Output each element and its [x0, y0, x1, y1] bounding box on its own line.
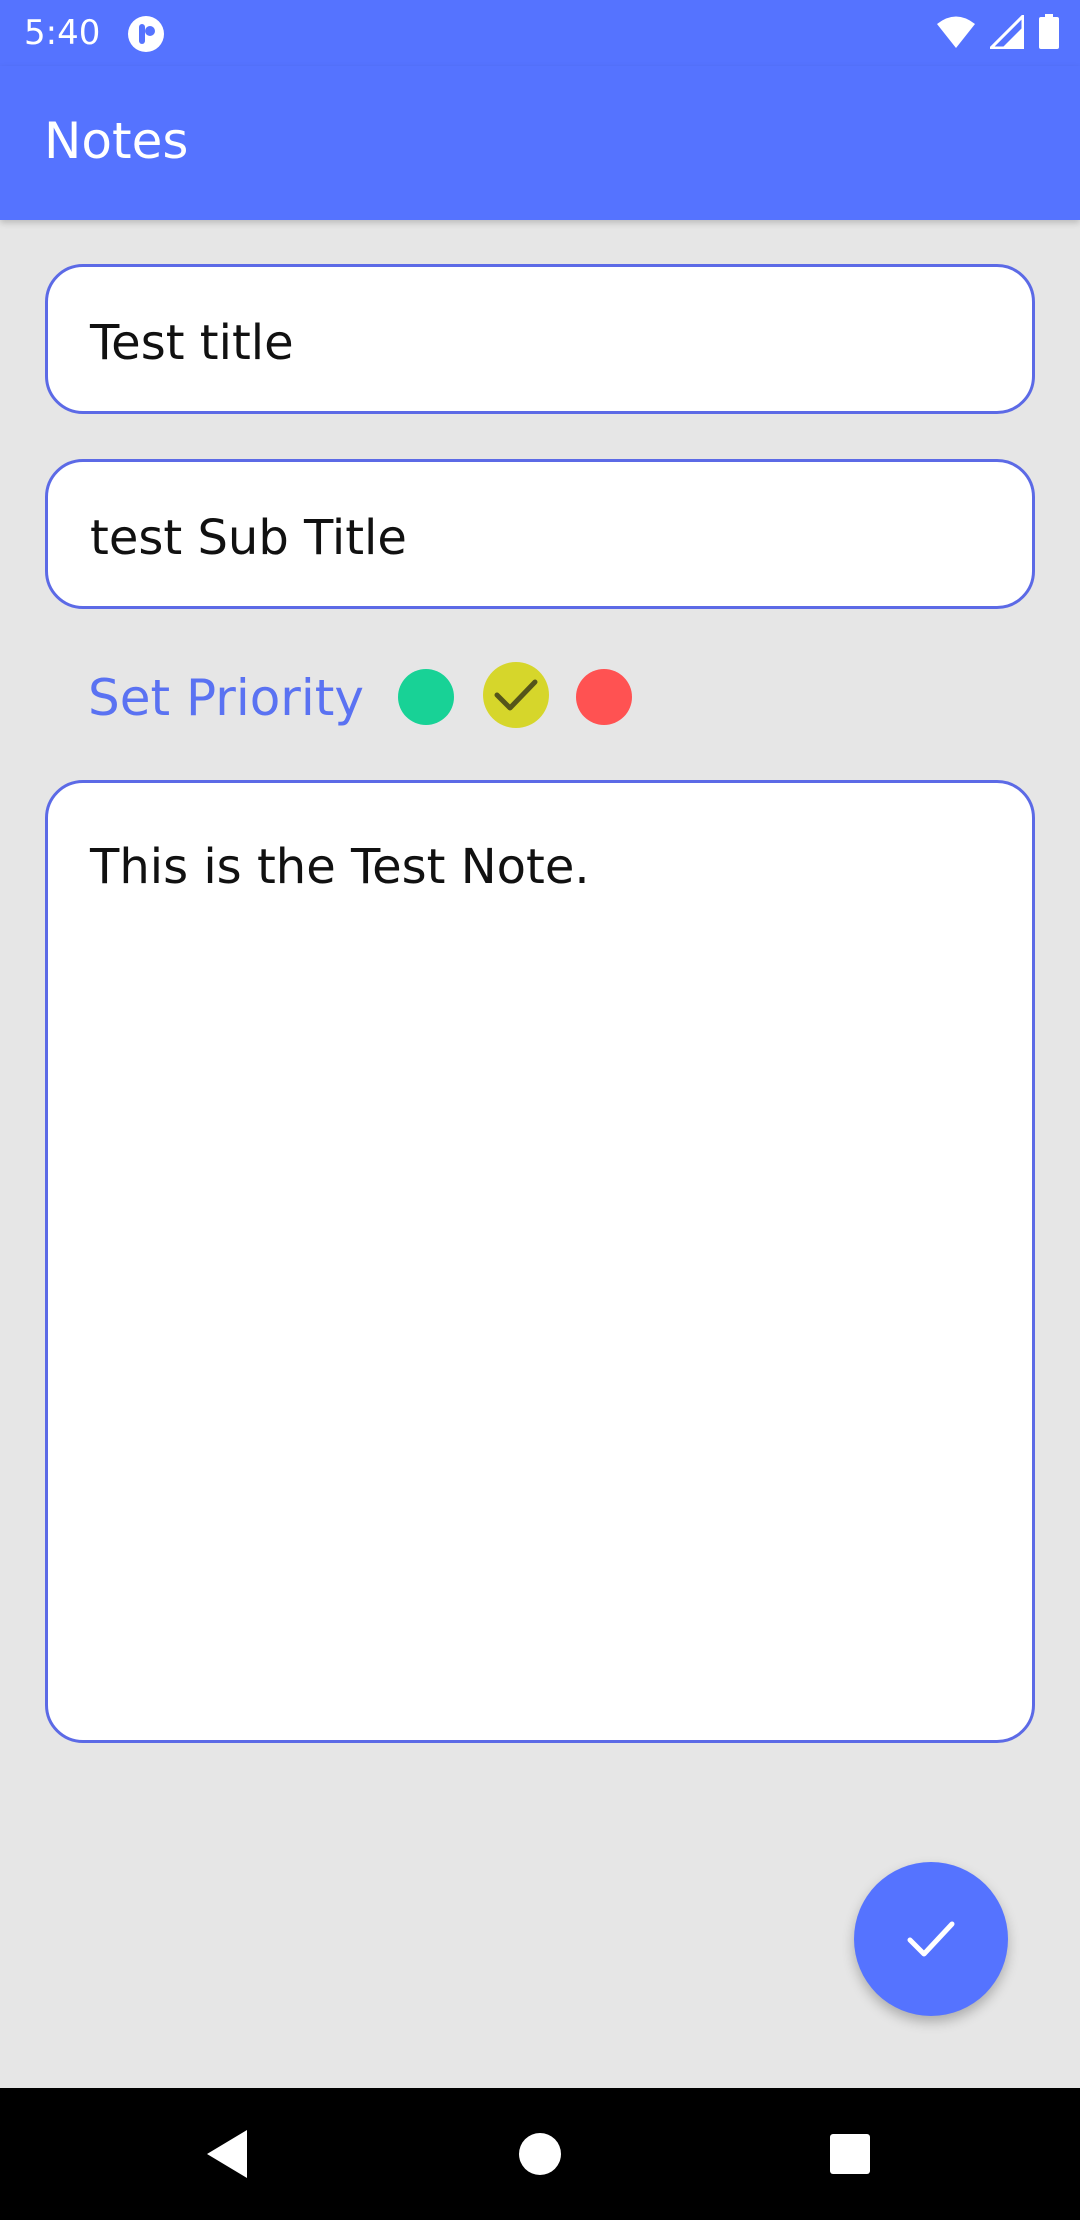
- priority-yellow-button[interactable]: [483, 662, 549, 728]
- wifi-icon: [936, 15, 976, 53]
- battery-icon: [1038, 14, 1060, 54]
- note-textarea[interactable]: This is the Test Note.: [45, 780, 1035, 1743]
- page-title: Notes: [44, 112, 189, 170]
- status-time: 5:40: [24, 13, 101, 53]
- priority-red-button[interactable]: [576, 669, 632, 725]
- home-icon: [519, 2133, 561, 2175]
- priority-label: Set Priority: [88, 669, 364, 727]
- note-textarea-value: This is the Test Note.: [90, 839, 590, 895]
- app-notification-icon: [126, 14, 166, 54]
- signal-icon: [987, 12, 1025, 53]
- recents-button[interactable]: [820, 2124, 880, 2184]
- home-button[interactable]: [510, 2124, 570, 2184]
- save-note-button[interactable]: [854, 1862, 1008, 2016]
- title-input[interactable]: Test title: [45, 264, 1035, 414]
- app-bar: Notes: [0, 66, 1080, 220]
- back-button[interactable]: [199, 2124, 259, 2184]
- check-icon: [907, 1921, 955, 1957]
- recents-icon: [830, 2134, 870, 2174]
- subtitle-input[interactable]: test Sub Title: [45, 459, 1035, 609]
- navigation-bar: [0, 2088, 1080, 2220]
- back-icon: [207, 2130, 247, 2178]
- status-bar: 5:40: [0, 0, 1080, 66]
- title-input-value: Test title: [90, 315, 294, 371]
- priority-green-button[interactable]: [398, 669, 454, 725]
- subtitle-input-value: test Sub Title: [90, 510, 407, 566]
- check-icon: [494, 679, 538, 711]
